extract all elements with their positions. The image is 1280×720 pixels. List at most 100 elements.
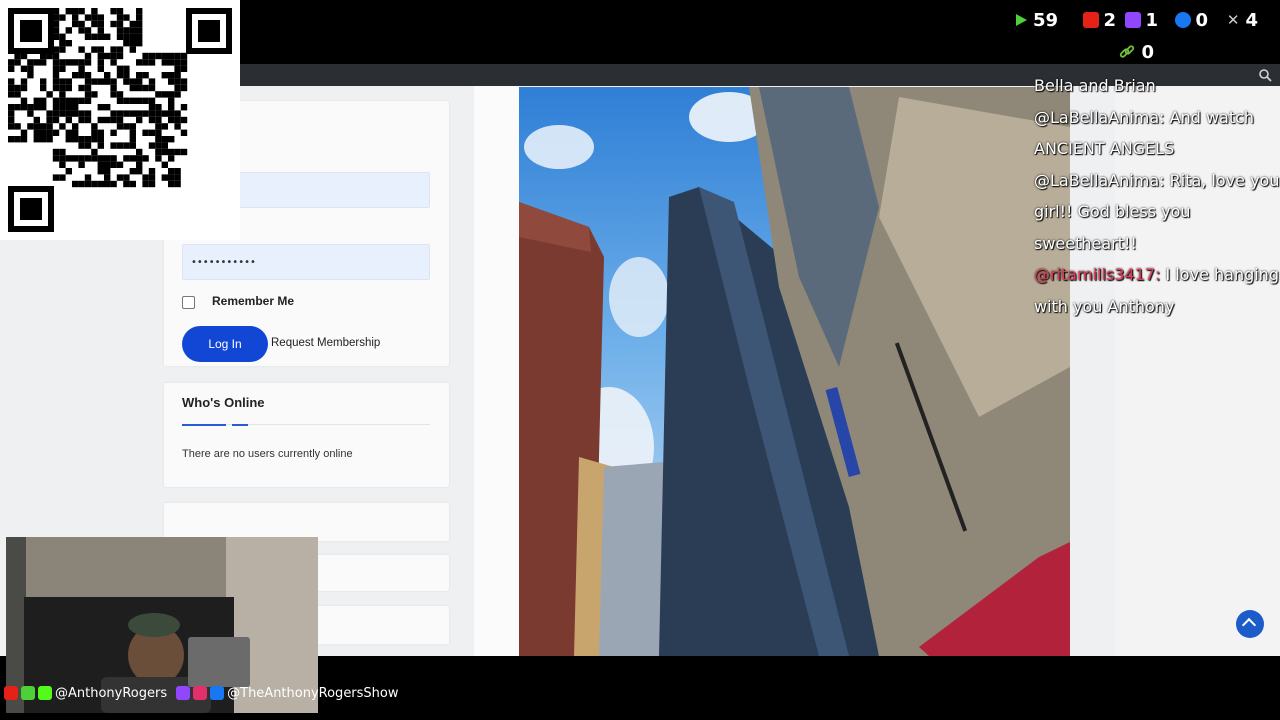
qr-module: [180, 78, 188, 85]
facebook-icon: [1175, 12, 1192, 28]
qr-module: [136, 8, 143, 15]
qr-module: [174, 84, 181, 92]
qr-module: [59, 59, 66, 66]
qr-module: [84, 72, 92, 79]
qr-module: [123, 27, 130, 34]
qr-module: [110, 59, 117, 66]
qr-module: [136, 14, 143, 21]
request-membership-link[interactable]: Request Membership: [271, 337, 380, 349]
qr-module: [97, 142, 104, 149]
qr-module: [110, 142, 117, 149]
qr-module: [33, 59, 40, 66]
qr-module: [27, 123, 34, 130]
remember-me-checkbox[interactable]: [182, 296, 195, 309]
qr-module: [161, 142, 168, 149]
qr-module: [116, 72, 124, 79]
stat-x: ✕ 4: [1226, 9, 1258, 31]
qr-module: [52, 104, 60, 111]
qr-module: [72, 180, 79, 188]
qr-module: [59, 104, 66, 111]
qr-module: [161, 72, 168, 79]
password-field[interactable]: •••••••••••: [182, 244, 430, 280]
qr-module: [78, 8, 85, 15]
qr-module: [155, 110, 162, 117]
qr-module: [123, 78, 130, 85]
qr-module: [116, 20, 124, 28]
qr-module: [84, 14, 92, 21]
scroll-to-top-button[interactable]: [1236, 610, 1264, 638]
qr-module: [168, 59, 175, 66]
stat-link: 0: [1119, 40, 1154, 64]
chevron-up-icon: [1241, 617, 1257, 633]
qr-module: [110, 161, 117, 168]
qr-module: [161, 161, 168, 168]
qr-module: [8, 116, 15, 124]
qr-module: [97, 65, 104, 72]
qr-module: [123, 40, 130, 47]
youtube-icon: [1083, 12, 1100, 28]
chat-line: Bella and Brian: [1034, 76, 1156, 95]
title-underline-short: [232, 424, 248, 426]
qr-module: [59, 97, 66, 104]
qr-module: [14, 136, 21, 143]
qr-module: [59, 33, 66, 40]
qr-module: [14, 59, 21, 66]
chat-line: @LaBellaAnima: And watch ANCIENT ANGELS: [1034, 107, 1255, 159]
qr-module: [168, 78, 175, 85]
qr-module: [72, 129, 79, 136]
qr-module: [78, 27, 85, 34]
qr-module: [168, 116, 175, 124]
qr-module: [97, 180, 104, 188]
qr-module: [14, 84, 21, 92]
twitch-icon: [176, 686, 191, 700]
x-icon: ✕: [1226, 11, 1240, 29]
qr-module: [174, 59, 181, 66]
qr-module: [52, 20, 60, 28]
qr-module: [65, 8, 72, 15]
stat-youtube: 2: [1083, 8, 1116, 32]
qr-module: [148, 52, 156, 60]
qr-module: [116, 161, 124, 168]
qr-module: [136, 59, 143, 66]
qr-module: [110, 20, 117, 28]
qr-module: [20, 78, 28, 85]
qr-module: [20, 65, 28, 72]
qr-module: [84, 59, 92, 66]
qr-module: [110, 91, 117, 98]
qr-module: [174, 123, 181, 130]
qr-module: [104, 180, 111, 188]
qr-module: [123, 72, 130, 79]
qr-module: [142, 97, 149, 104]
qr-module: [91, 148, 98, 156]
qr-module: [104, 104, 111, 111]
qr-module: [78, 110, 85, 117]
qr-module: [142, 174, 149, 181]
login-button[interactable]: Log In: [182, 326, 268, 362]
qr-module: [33, 104, 40, 111]
qr-module: [65, 104, 72, 111]
qr-module: [148, 78, 156, 85]
qr-module: [78, 72, 85, 79]
qr-module: [168, 174, 175, 181]
qr-module: [59, 40, 66, 47]
qr-module: [84, 97, 92, 104]
qr-module: [142, 72, 149, 79]
qr-module: [8, 104, 15, 111]
qr-module: [116, 123, 124, 130]
qr-module: [116, 65, 124, 72]
qr-module: [52, 14, 60, 21]
qr-module: [65, 84, 72, 92]
link-icon: [1120, 45, 1135, 58]
qr-module: [52, 116, 60, 124]
qr-module: [142, 180, 149, 188]
qr-module: [123, 155, 130, 162]
qr-module: [148, 142, 156, 149]
qr-module: [110, 46, 117, 53]
qr-module: [104, 78, 111, 85]
qr-module: [168, 168, 175, 175]
qr-module: [168, 52, 175, 60]
qr-module: [148, 97, 156, 104]
skyscraper-illustration: [519, 87, 1070, 656]
qr-module: [161, 174, 168, 181]
qr-module: [142, 59, 149, 66]
